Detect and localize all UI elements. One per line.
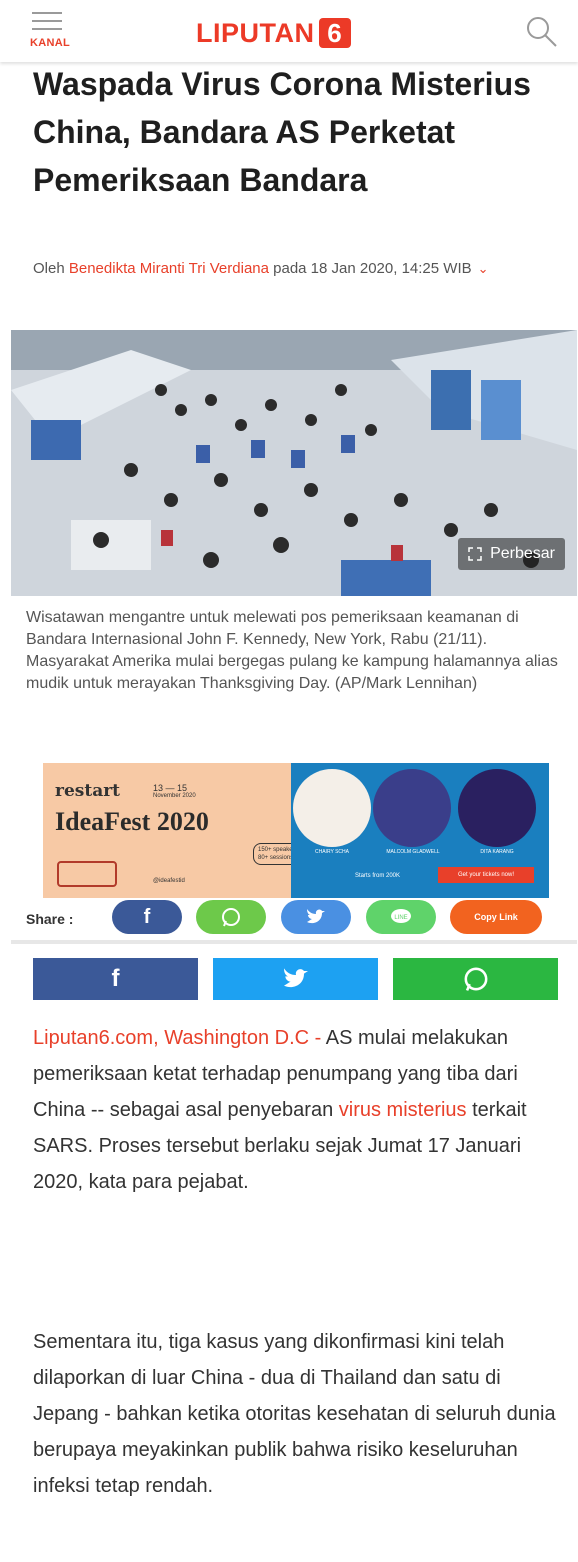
twitter-icon — [307, 909, 325, 924]
enlarge-label: Perbesar — [490, 545, 555, 562]
article-paragraph: Liputan6.com, Washington D.C - AS mulai … — [33, 1020, 563, 1200]
dateline: Liputan6.com, Washington D.C - — [33, 1027, 326, 1049]
author-link[interactable]: Benedikta Miranti Tri Verdiana — [69, 260, 269, 277]
enlarge-button[interactable]: Perbesar — [458, 538, 565, 570]
speaker-photo — [373, 769, 451, 847]
logo-text: LIPUTAN — [196, 17, 315, 48]
article-photo[interactable]: Perbesar — [11, 330, 577, 596]
site-header: KANAL LIPUTAN 6 — [0, 0, 578, 62]
byline-prefix: Oleh — [33, 260, 69, 277]
article-byline: Oleh Benedikta Miranti Tri Verdiana pada… — [33, 258, 553, 280]
share-label: Share : — [26, 911, 74, 927]
logo-number: 6 — [318, 18, 351, 48]
divider — [11, 940, 577, 944]
facebook-icon: f — [143, 905, 151, 928]
share-whatsapp-button[interactable] — [196, 900, 266, 934]
chevron-down-icon[interactable]: ⌄ — [478, 261, 489, 276]
share-twitter-button[interactable] — [281, 900, 351, 934]
ad-date-range: 13 — 15 — [153, 783, 188, 793]
speaker-name: CHAIRY SCHA — [315, 849, 349, 855]
menu-icon-bar — [32, 28, 62, 30]
ad-banner[interactable]: restart 13 — 15 November 2020 IdeaFest 2… — [43, 763, 549, 898]
whatsapp-icon — [464, 967, 487, 991]
byline-date: pada 18 Jan 2020, 14:25 WIB — [268, 260, 472, 277]
ad-price: Starts from 200K — [355, 873, 401, 879]
speaker-name: MALCOLM GLADWELL — [386, 849, 440, 855]
speaker-photo — [458, 769, 536, 847]
share-line-button[interactable]: LINE — [366, 900, 436, 934]
menu-label: KANAL — [30, 37, 70, 49]
facebook-icon: f — [111, 965, 120, 992]
ad-stream-badge — [57, 861, 117, 887]
ad-brand: restart — [55, 781, 121, 801]
ad-handle: @ideafestid — [153, 878, 185, 884]
article-title: Waspada Virus Corona Misterius China, Ba… — [33, 66, 531, 198]
twitter-icon — [283, 968, 308, 988]
facebook-share-bar-button[interactable]: f — [33, 958, 198, 1000]
ad-date: 13 — 15 November 2020 — [153, 783, 196, 799]
search-icon — [527, 17, 557, 47]
share-row: Share : f LINE Copy Link — [26, 897, 556, 939]
whatsapp-share-bar-button[interactable] — [393, 958, 558, 1000]
ad-cta-button[interactable]: Get your tickets now! — [438, 867, 534, 883]
speaker-name: DITA KARANG — [480, 849, 514, 855]
menu-icon — [32, 12, 62, 14]
whatsapp-icon — [222, 908, 240, 927]
site-logo[interactable]: LIPUTAN 6 — [196, 16, 351, 50]
copy-link-button[interactable]: Copy Link — [450, 900, 542, 934]
photo-caption: Wisatawan mengantre untuk melewati pos p… — [26, 609, 558, 692]
share-facebook-button[interactable]: f — [112, 900, 182, 934]
twitter-share-bar-button[interactable] — [213, 958, 378, 1000]
expand-icon — [468, 547, 482, 561]
search-button[interactable] — [524, 14, 558, 48]
menu-button[interactable]: KANAL — [30, 12, 70, 52]
ad-event-title: IdeaFest 2020 — [55, 807, 209, 836]
line-icon: LINE — [391, 909, 411, 923]
speaker-photo — [293, 769, 371, 847]
article-link[interactable]: virus misterius — [339, 1099, 467, 1121]
article-paragraph: Sementara itu, tiga kasus yang dikonfirm… — [33, 1331, 556, 1497]
menu-icon-bar — [32, 20, 62, 22]
svg-text:LINE: LINE — [394, 915, 407, 921]
ad-date-sub: November 2020 — [153, 793, 196, 799]
